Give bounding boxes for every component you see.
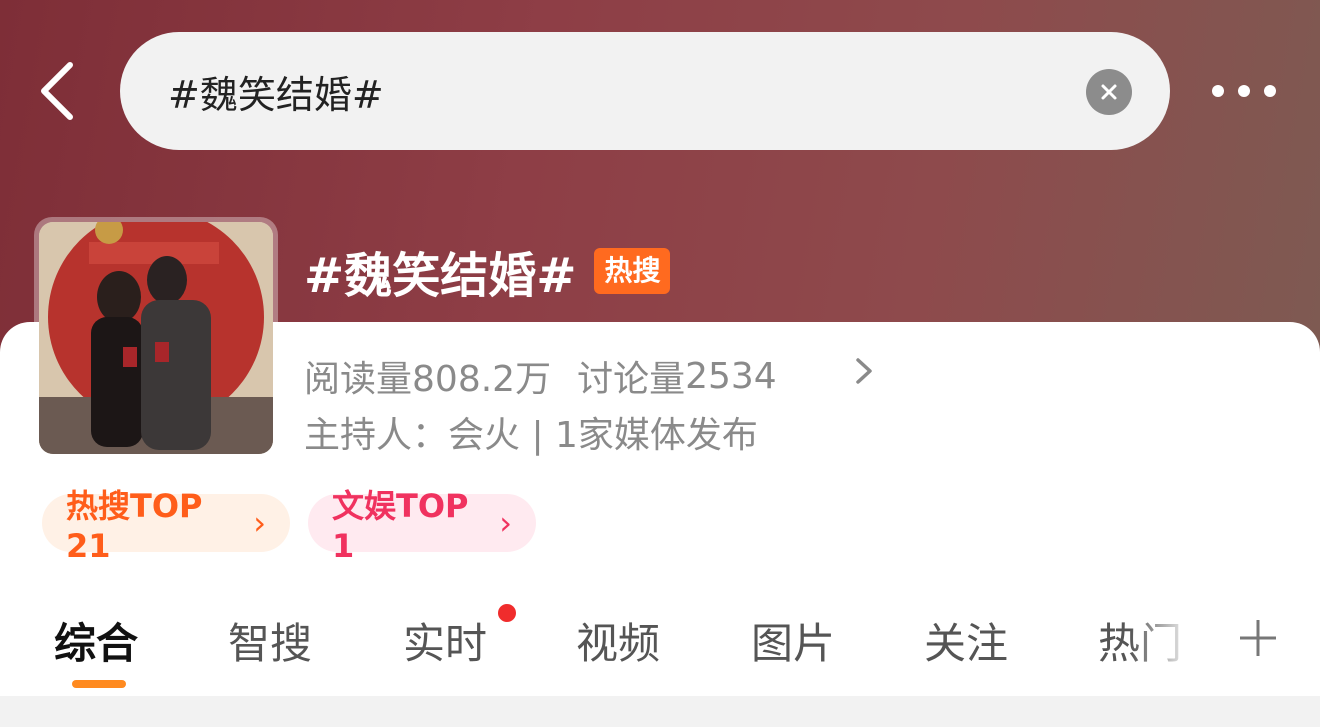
- plus-icon: [1240, 620, 1276, 656]
- tab-comprehensive[interactable]: 综合: [54, 610, 138, 671]
- more-dot-icon: [1238, 85, 1250, 97]
- close-icon: [1101, 84, 1117, 100]
- chevron-right-icon[interactable]: [852, 356, 876, 386]
- hot-badge: 热搜: [594, 248, 671, 294]
- rank-label: 热搜TOP 21: [66, 487, 203, 565]
- tabs-fade: [1130, 600, 1220, 680]
- more-dot-icon: [1212, 85, 1224, 97]
- discuss-label: 讨论量: [577, 359, 686, 400]
- active-tab-indicator: [72, 680, 126, 688]
- add-tab-button[interactable]: [1238, 614, 1278, 670]
- result-tabs: 综合 智搜 实时 视频 图片 关注 热门: [0, 600, 1320, 690]
- chevron-right-icon: ›: [253, 504, 266, 542]
- more-dot-icon: [1264, 85, 1276, 97]
- back-button[interactable]: [26, 55, 86, 127]
- entertainment-rank-tag[interactable]: 文娱TOP 1 ›: [308, 487, 536, 565]
- hot-search-rank-tag[interactable]: 热搜TOP 21 ›: [42, 487, 290, 565]
- search-input[interactable]: #魏笑结婚#: [120, 32, 1170, 150]
- host-line[interactable]: 主持人：会火 | 1家媒体发布: [304, 406, 758, 458]
- discuss-value: 2534: [685, 355, 777, 397]
- tab-realtime[interactable]: 实时: [403, 610, 487, 671]
- cover-photo: [39, 222, 273, 454]
- tab-video[interactable]: 视频: [576, 610, 660, 671]
- tab-smart-search[interactable]: 智搜: [228, 610, 312, 671]
- reads-value: 808.2万: [412, 359, 552, 400]
- search-query-text: #魏笑结婚#: [168, 72, 384, 117]
- tab-following[interactable]: 关注: [924, 610, 1008, 671]
- reads-label: 阅读量: [304, 359, 413, 400]
- clear-search-button[interactable]: [1086, 69, 1132, 115]
- chevron-right-icon: ›: [499, 504, 512, 542]
- cover-illustration: [39, 222, 273, 454]
- more-options-button[interactable]: [1206, 72, 1282, 110]
- topic-title: #魏笑结婚# 热搜: [304, 236, 671, 306]
- chevron-left-icon: [41, 62, 73, 120]
- tab-images[interactable]: 图片: [751, 610, 835, 671]
- topic-stats[interactable]: 阅读量 808.2万 讨论量 2534: [304, 350, 777, 402]
- topic-title-text: #魏笑结婚#: [304, 248, 577, 304]
- rank-label: 文娱TOP 1: [332, 487, 469, 565]
- new-content-dot: [498, 604, 516, 622]
- topic-cover-image[interactable]: [34, 217, 278, 459]
